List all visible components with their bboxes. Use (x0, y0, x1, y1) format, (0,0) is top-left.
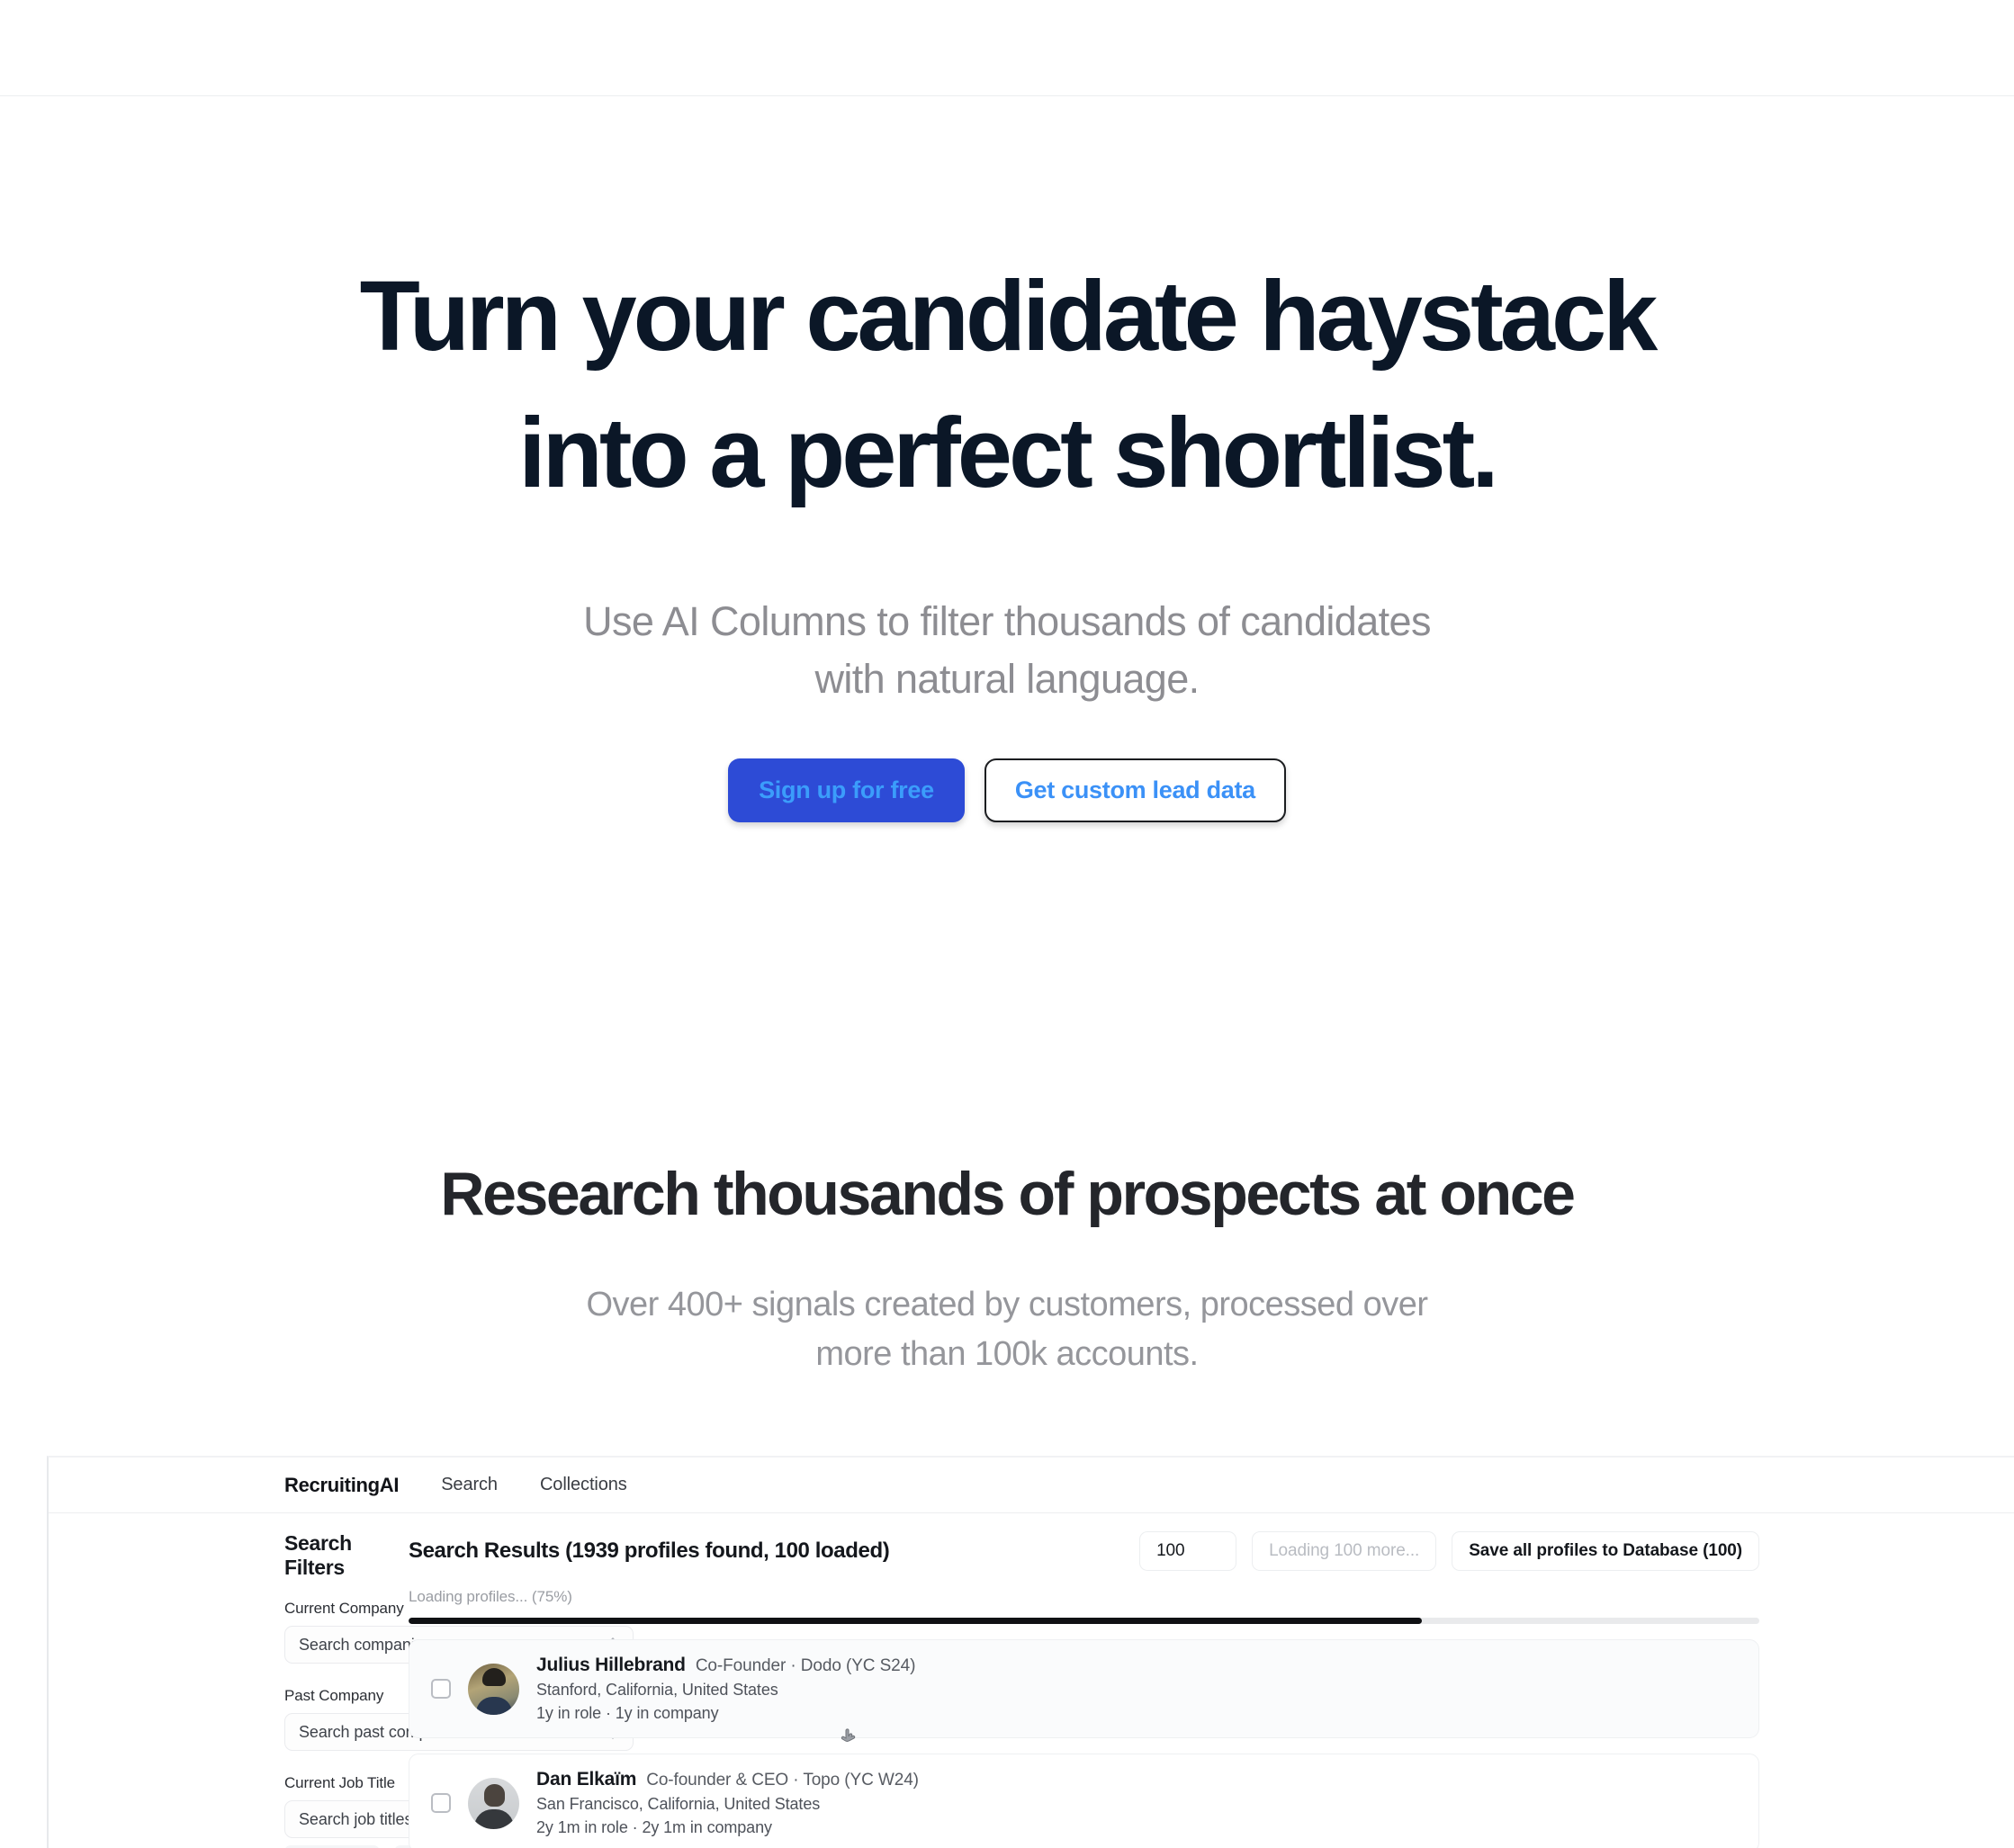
app-screenshot-card: RecruitingAI Search Collections Search F… (47, 1456, 2014, 1848)
result-count-input[interactable]: 100 (1139, 1531, 1237, 1571)
loading-progress-fill (409, 1618, 1422, 1624)
candidate-role: Co-founder & CEO · Topo (YC W24) (646, 1771, 919, 1790)
search-filters-panel: Search Filters Current Company Search co… (49, 1531, 634, 1848)
candidate-name[interactable]: Dan Elkaïm (536, 1769, 636, 1790)
page-title: Turn your candidate haystack into a perf… (0, 267, 2014, 503)
candidate-tenure: 1y in role · 1y in company (536, 1704, 719, 1722)
app-body: Search Filters Current Company Search co… (49, 1513, 2014, 1848)
hero-cta-group: Sign up for free Get custom lead data (0, 758, 2014, 822)
section-subtitle-line-2: more than 100k accounts. (815, 1335, 1199, 1374)
filter-label-current-job-title: Current Job Title (284, 1774, 396, 1791)
app-navbar: RecruitingAI Search Collections (49, 1458, 2014, 1513)
pointer-cursor-icon (840, 1728, 858, 1748)
row-checkbox[interactable] (431, 1679, 451, 1699)
section-subtitle-line-1: Over 400+ signals created by customers, … (586, 1285, 1428, 1323)
save-all-profiles-button[interactable]: Save all profiles to Database (100) (1452, 1531, 1759, 1571)
hero-title-line-2: into a perfect shortlist. (518, 398, 1499, 508)
sign-up-button[interactable]: Sign up for free (728, 758, 965, 822)
candidate-location: Stanford, California, United States (536, 1681, 778, 1699)
row-checkbox[interactable] (431, 1793, 451, 1813)
candidate-tenure: 2y 1m in role · 2y 1m in company (536, 1818, 772, 1836)
row-info: Julius Hillebrand Co-Founder · Dodo (YC … (536, 1655, 915, 1723)
features-section: Research thousands of prospects at once … (0, 1161, 2014, 1380)
app-brand-logo[interactable]: RecruitingAI (284, 1474, 399, 1497)
table-row[interactable]: Julius Hillebrand Co-Founder · Dodo (YC … (409, 1639, 1759, 1742)
loading-more-button[interactable]: Loading 100 more... (1252, 1531, 1437, 1571)
site-header (0, 0, 2014, 96)
hero-section: Turn your candidate haystack into a perf… (0, 96, 2014, 822)
get-custom-lead-data-button[interactable]: Get custom lead data (984, 758, 1286, 822)
section-subtitle: Over 400+ signals created by customers, … (0, 1280, 2014, 1380)
search-results-header: Search Results (1939 profiles found, 100… (409, 1531, 1759, 1571)
table-row[interactable]: Dan Elkaïm Co-founder & CEO · Topo (YC W… (409, 1754, 1759, 1848)
candidate-location: San Francisco, California, United States (536, 1795, 821, 1813)
results-toolbar: 100 Loading 100 more... Save all profile… (1139, 1531, 1759, 1571)
current-job-title-placeholder: Search job titles... (299, 1809, 427, 1828)
candidate-name[interactable]: Julius Hillebrand (536, 1655, 686, 1676)
nav-link-search[interactable]: Search (441, 1475, 498, 1495)
avatar (468, 1777, 519, 1829)
search-results-panel: Search Results (1939 profiles found, 100… (409, 1531, 2014, 1848)
filter-label-current-company: Current Company (284, 1600, 404, 1617)
hero-title-line-1: Turn your candidate haystack (359, 261, 1659, 372)
hero-subtitle-line-1: Use AI Columns to filter thousands of ca… (583, 598, 1431, 644)
section-title: Research thousands of prospects at once (440, 1160, 1576, 1228)
row-heading: Dan Elkaïm Co-founder & CEO · Topo (YC W… (536, 1769, 919, 1790)
search-results-title: Search Results (1939 profiles found, 100… (409, 1539, 890, 1563)
row-heading: Julius Hillebrand Co-Founder · Dodo (YC … (536, 1655, 915, 1676)
hero-subtitle: Use AI Columns to filter thousands of ca… (0, 593, 2014, 708)
row-info: Dan Elkaïm Co-founder & CEO · Topo (YC W… (536, 1769, 919, 1837)
candidate-role: Co-Founder · Dodo (YC S24) (695, 1656, 916, 1675)
avatar (468, 1663, 519, 1715)
loading-progress-bar (409, 1618, 1759, 1624)
loading-status-text: Loading profiles... (75%) (409, 1588, 572, 1605)
filter-label-past-company: Past Company (284, 1687, 384, 1704)
hero-subtitle-line-2: with natural language. (814, 655, 1200, 702)
nav-link-collections[interactable]: Collections (540, 1475, 627, 1495)
search-filters-title: Search Filters (284, 1531, 352, 1579)
